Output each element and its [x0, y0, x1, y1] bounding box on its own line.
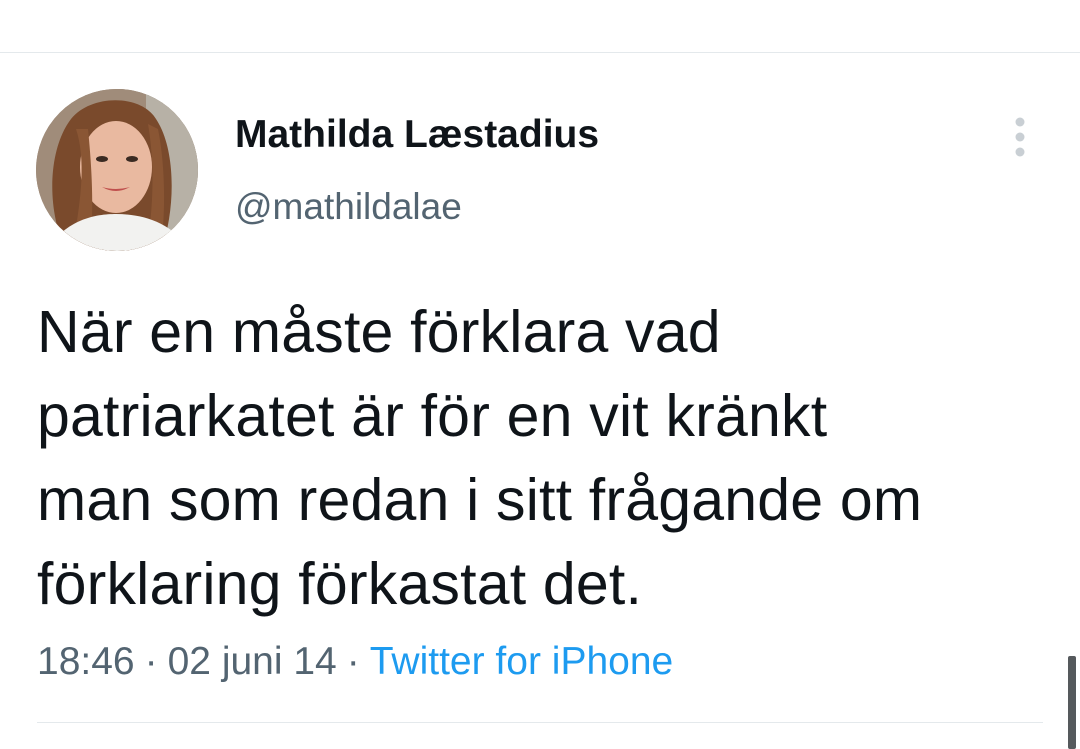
vertical-ellipsis-icon [1015, 117, 1025, 157]
author-display-name[interactable]: Mathilda Læstadius [235, 111, 599, 159]
tweet-text-line: förklaring förkastat det. [37, 551, 643, 617]
avatar-photo [36, 89, 198, 251]
tweet-meta: 18:46 · 02 juni 14 · Twitter for iPhone [37, 638, 673, 686]
more-options-button[interactable] [1000, 112, 1040, 162]
tweet-time[interactable]: 18:46 [37, 640, 135, 683]
tweet-detail-screen: Mathilda Læstadius @mathildalae När en m… [0, 0, 1080, 749]
tweet-text-line: man som redan i sitt frågande om [37, 467, 923, 533]
meta-separator: · [346, 640, 360, 683]
author-handle[interactable]: @mathildalae [235, 184, 462, 230]
tweet-text: När en måste förklara vad patriarkatet ä… [37, 290, 1047, 626]
top-divider [0, 52, 1080, 53]
tweet-text-line: När en måste förklara vad [37, 299, 721, 365]
bottom-divider [37, 722, 1043, 723]
tweet-text-line: patriarkatet är för en vit kränkt [37, 383, 828, 449]
tweet-date[interactable]: 02 juni 14 [168, 640, 337, 683]
meta-separator: · [144, 640, 158, 683]
tweet-source-link[interactable]: Twitter for iPhone [370, 640, 673, 683]
scrollbar-thumb[interactable] [1068, 656, 1076, 749]
avatar[interactable] [36, 89, 198, 251]
